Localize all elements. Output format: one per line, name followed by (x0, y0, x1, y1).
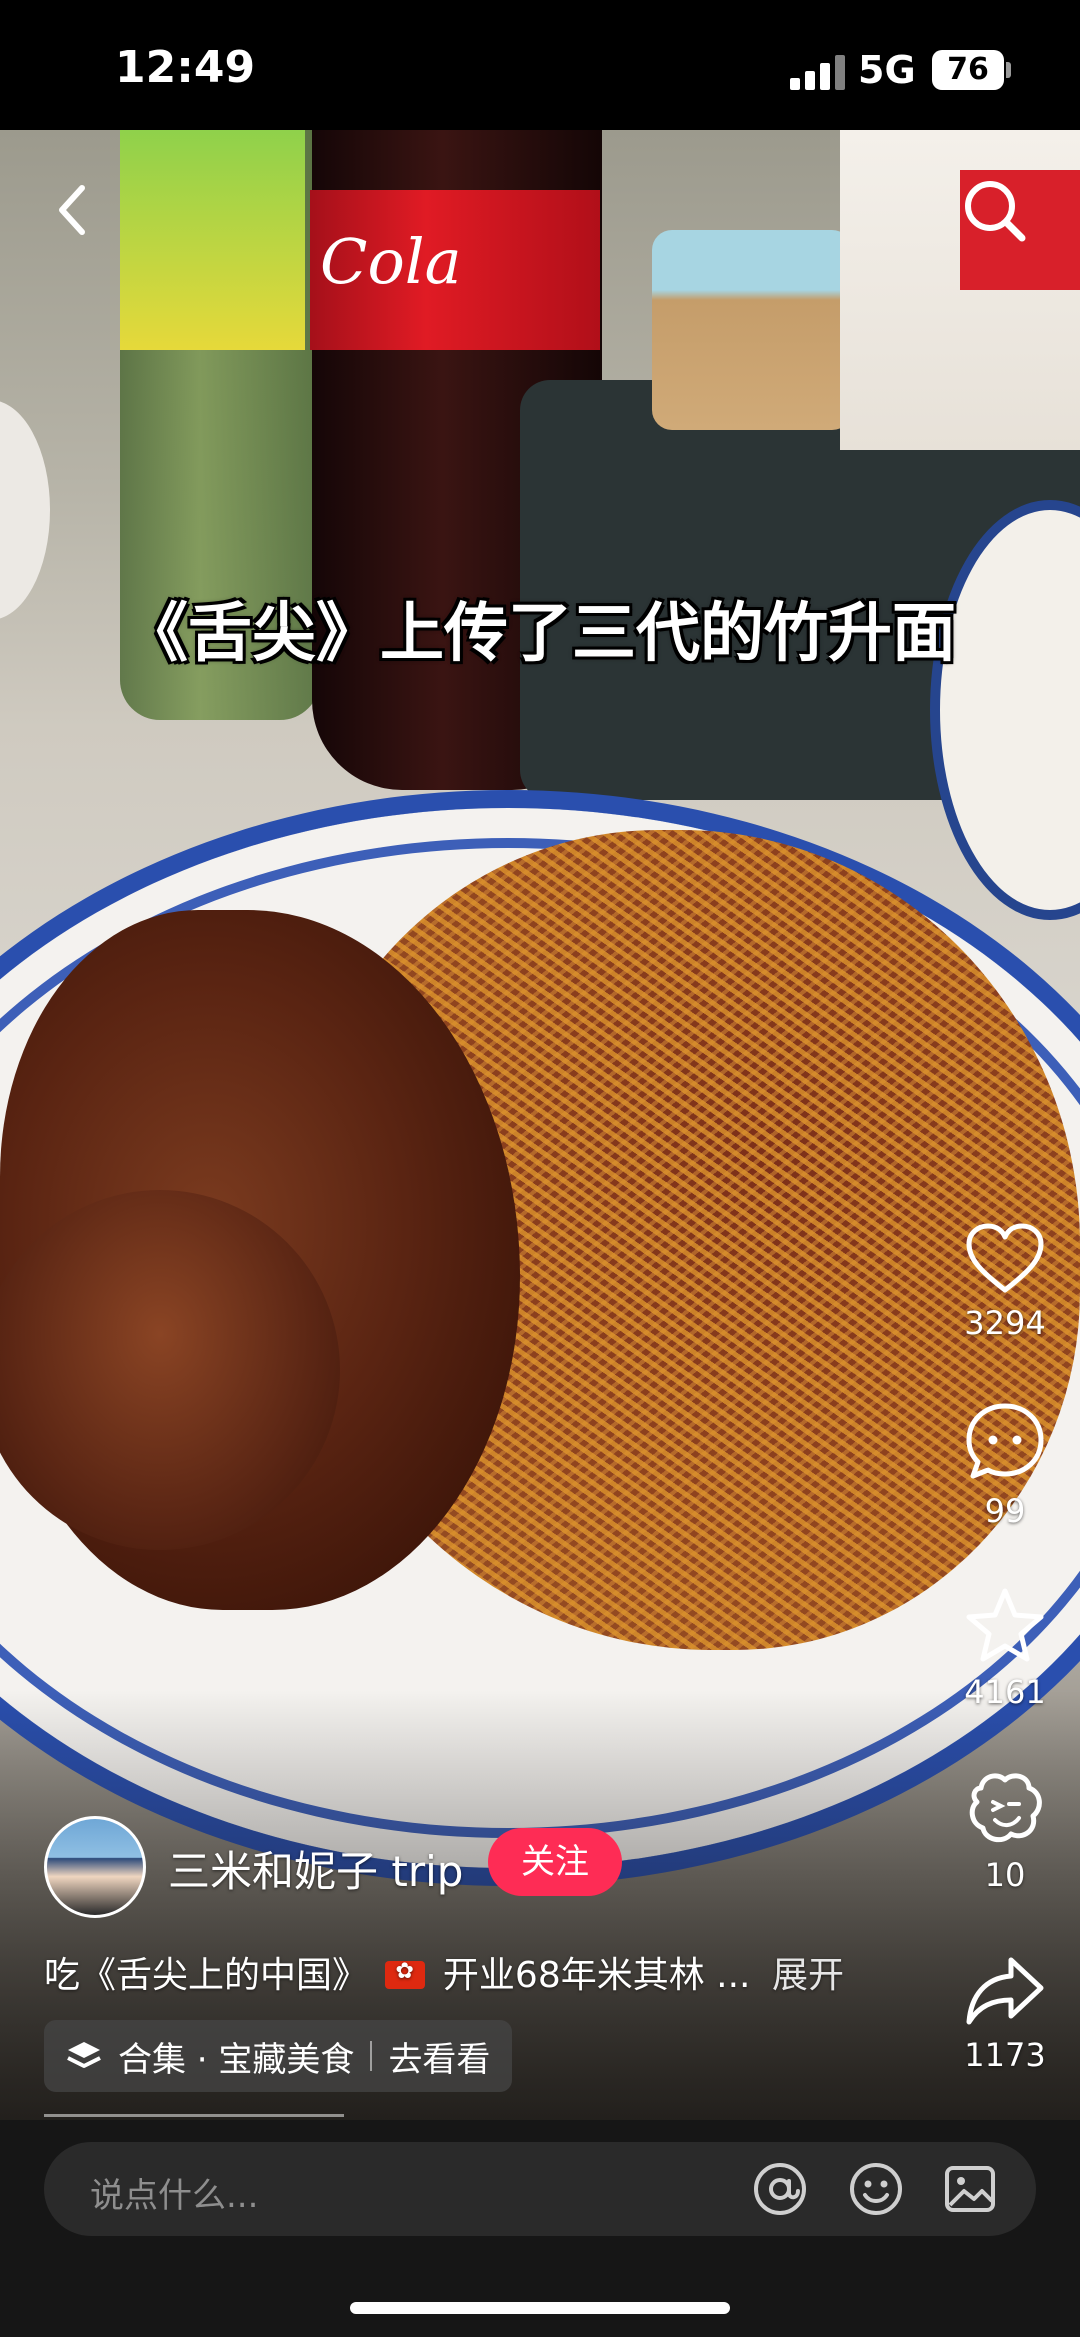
battery-tip (1006, 62, 1011, 78)
image-icon[interactable] (942, 2161, 998, 2217)
video-description[interactable]: 吃《舌尖上的中国》 开业68年米其林 ... 展开 (44, 1946, 844, 1998)
status-bar: 12:49 5G 76 (0, 0, 1080, 130)
author-avatar[interactable] (44, 1816, 146, 1918)
status-time: 12:49 (115, 42, 256, 93)
author-name[interactable]: 三米和妮子 trip (168, 1838, 463, 1899)
signal-strength-icon (790, 54, 846, 90)
like-button[interactable]: 3294 (950, 1220, 1060, 1342)
video-frame[interactable]: Cola (0, 130, 1080, 2120)
video-progress-bar[interactable] (44, 2114, 344, 2117)
share-count: 1173 (964, 2036, 1046, 2074)
favorite-button[interactable]: 4161 (950, 1585, 1060, 1711)
battery-icon: 76 (932, 50, 1004, 90)
collection-chip[interactable]: 合集 · 宝藏美食 去看看 (44, 2020, 513, 2092)
favorite-count: 4161 (964, 1673, 1046, 1711)
follow-button[interactable]: 关注 (488, 1828, 622, 1896)
share-button[interactable]: 1173 (950, 1952, 1060, 2074)
home-indicator[interactable] (350, 2302, 730, 2314)
description-text-2: 开业68年米其林 ... (442, 1955, 751, 1996)
expand-link[interactable]: 展开 (772, 1955, 844, 1996)
jar-image (652, 230, 852, 430)
share-arrow-icon (966, 1957, 1044, 2025)
hong-kong-flag-icon (385, 1959, 426, 1989)
green-bottle-label (120, 130, 305, 350)
comment-placeholder: 说点什么... (90, 2176, 259, 2216)
heart-icon (966, 1223, 1044, 1293)
description-text-1: 吃《舌尖上的中国》 (44, 1955, 369, 1996)
cola-label-text: Cola (320, 225, 462, 298)
search-icon (965, 181, 1026, 242)
collection-divider (370, 2041, 373, 2071)
mention-icon[interactable] (752, 2161, 808, 2217)
collection-label: 合集 · 宝藏美食 (118, 2039, 355, 2080)
comment-bubble-icon (966, 1403, 1044, 1479)
like-count: 3294 (964, 1304, 1046, 1342)
star-icon (966, 1588, 1044, 1662)
collection-action[interactable]: 去看看 (388, 2032, 490, 2081)
co-create-button[interactable]: 10 (950, 1768, 1060, 1894)
search-button[interactable] (960, 176, 1030, 246)
comment-button[interactable]: 99 (950, 1400, 1060, 1530)
smiley-burst-icon (969, 1773, 1042, 1843)
network-type: 5G (858, 48, 916, 92)
co-create-count: 10 (984, 1856, 1026, 1894)
comment-count: 99 (984, 1492, 1026, 1530)
video-caption: 《舌尖》上传了三代的竹升面 (124, 597, 956, 671)
back-button[interactable] (48, 178, 98, 242)
emoji-icon[interactable] (848, 2161, 904, 2217)
chevron-left-icon (59, 185, 85, 235)
layers-icon (67, 2042, 101, 2068)
